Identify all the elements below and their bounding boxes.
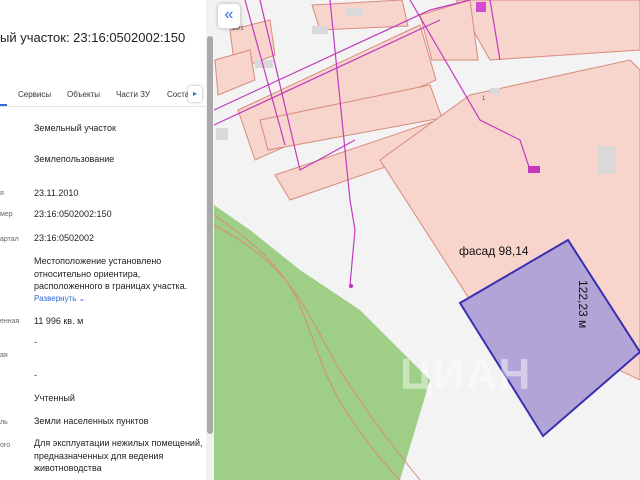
scrollbar-thumb[interactable] — [207, 36, 213, 434]
chevron-right-icon: ▸ — [192, 89, 197, 98]
field-value-date: 23.11.2010 — [34, 188, 79, 198]
chevron-down-icon: ⌄ — [78, 294, 86, 303]
network-node — [348, 283, 354, 289]
network-marker — [476, 2, 486, 12]
field-value-address: Местоположение установлено относительно … — [34, 256, 188, 291]
field-label-area: енная — [0, 318, 20, 325]
field-value-usage: Для эксплуатации нежилых помещений, пред… — [34, 438, 203, 473]
collapse-panel-button[interactable]: « — [218, 4, 240, 28]
double-chevron-left-icon: « — [224, 6, 234, 23]
field-label-date: я — [0, 190, 4, 197]
tabs-bar: Сервисы Объекты Части ЗУ Соста ▸ — [0, 82, 206, 107]
field-label-quarter: артал — [0, 236, 19, 243]
field-value-cadastral-number: 23:16:0502002:150 — [34, 209, 112, 219]
field-value-category: Земли населенных пунктов — [34, 416, 149, 426]
facade-length-label: фасад 98,14 — [459, 244, 529, 258]
field-value-subtype: Землепользование — [34, 154, 115, 164]
page-title: ый участок: 23:16:0502002:150 — [0, 30, 186, 45]
cadastral-map[interactable] — [214, 0, 640, 480]
panel-scrollbar[interactable] — [206, 0, 214, 480]
expand-link[interactable]: Развернуть ⌄ — [34, 294, 85, 303]
field-label-usage: ого — [0, 442, 11, 449]
tabs-scroll-right-button[interactable]: ▸ — [188, 86, 202, 102]
field-value-quarter: 23:16:0502002 — [34, 233, 95, 243]
field-label-category: ль — [0, 419, 8, 426]
field-value-type: Земельный участок — [34, 123, 116, 133]
info-panel: ый участок: 23:16:0502002:150 Сервисы Об… — [0, 0, 214, 480]
expand-label: Развернуть — [34, 294, 77, 303]
tab-objects[interactable]: Объекты — [67, 90, 100, 99]
field-value-status: Учтенный — [34, 393, 75, 403]
active-tab-indicator — [0, 104, 7, 106]
tab-composition[interactable]: Соста — [167, 90, 189, 99]
tab-parts[interactable]: Части ЗУ — [116, 90, 150, 99]
field-value-cost: - — [34, 337, 37, 347]
map-small-label: 1 — [482, 96, 486, 102]
tab-services[interactable]: Сервисы — [18, 90, 51, 99]
side-length-label: 122,23 м — [576, 280, 590, 329]
field-label-cadastral-number: мер — [0, 211, 13, 218]
network-marker — [528, 166, 540, 173]
field-label-cost: ая — [0, 352, 8, 359]
field-value-area: 11 996 кв. м — [34, 316, 84, 326]
watermark: ЦИАН — [400, 350, 532, 399]
field-value-extra: - — [34, 370, 37, 380]
